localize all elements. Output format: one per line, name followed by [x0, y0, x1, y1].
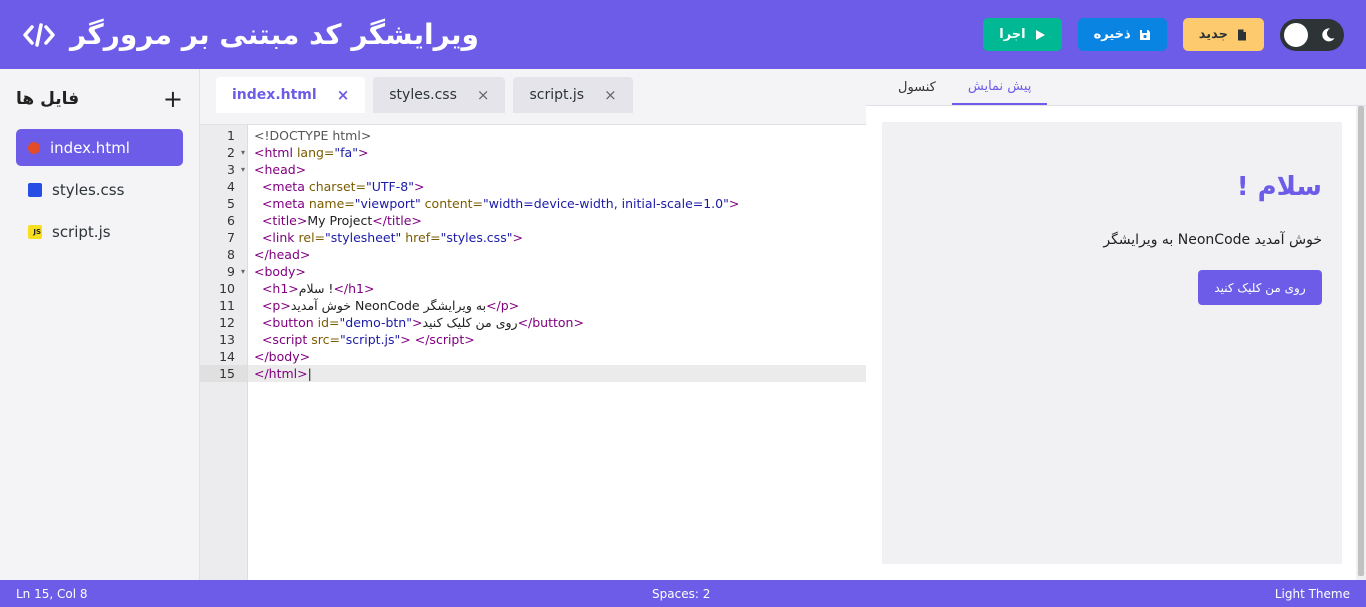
sidebar-title: فایل ها — [16, 89, 80, 109]
app-title: ویرایشگر کد مبتنی بر مرورگر — [70, 18, 479, 51]
line-number: 12 — [219, 315, 235, 330]
header-actions: اجرا ذخیره جدید — [983, 18, 1344, 51]
line-number: 1 — [227, 128, 235, 143]
file-name: index.html — [50, 138, 130, 157]
code-line: </body> — [254, 349, 311, 364]
code-line: <h1>سلام !</h1> — [261, 281, 375, 296]
code-line: <button id="demo-btn">روی من کلیک کنید</… — [261, 315, 584, 330]
line-number: 10 — [219, 281, 235, 296]
code-line: <body> — [254, 264, 306, 279]
save-button-label: ذخیره — [1093, 27, 1131, 42]
line-number[interactable]: 3 — [200, 161, 247, 178]
theme-toggle[interactable] — [1280, 18, 1344, 51]
add-file-button[interactable]: + — [163, 87, 183, 111]
play-icon — [1035, 29, 1045, 40]
preview-paragraph: خوش آمدید NeonCode به ویرایشگر — [1103, 232, 1322, 248]
line-number: 5 — [227, 196, 235, 211]
close-icon[interactable]: × — [337, 86, 350, 104]
line-number[interactable]: 9 — [200, 263, 247, 280]
tab-index-html[interactable]: index.html × — [216, 77, 366, 113]
code-editor-pane: index.html × styles.css × script.js × 1 … — [200, 69, 866, 580]
preview-tabs: کنسول پیش نمایش — [866, 69, 1366, 106]
code-line: <head> — [254, 162, 307, 177]
moon-icon — [1322, 27, 1335, 41]
save-button[interactable]: ذخیره — [1077, 18, 1167, 51]
line-number: 7 — [227, 230, 235, 245]
code-line: <meta charset="UTF-8"> — [261, 179, 425, 194]
code-line-current: </html>| — [248, 365, 866, 382]
preview-pane: کنسول پیش نمایش سلام ! خوش آمدید NeonCod… — [866, 69, 1366, 580]
code-line: <meta name="viewport" content="width=dev… — [261, 196, 740, 211]
demo-button[interactable]: روی من کلیک کنید — [1198, 270, 1322, 305]
new-file-button[interactable]: جدید — [1182, 18, 1264, 51]
css3-icon — [28, 182, 42, 197]
file-item-styles-css[interactable]: styles.css — [16, 171, 183, 208]
code-line: <script src="script.js"> </script> — [261, 332, 475, 347]
line-number-gutter: 1 2 3 4 5 6 7 8 9 10 11 12 13 14 15 — [200, 125, 248, 580]
file-item-index-html[interactable]: index.html — [16, 129, 183, 166]
preview-scrollbar[interactable] — [1356, 106, 1366, 580]
line-number: 14 — [219, 349, 235, 364]
run-button[interactable]: اجرا — [983, 18, 1062, 51]
code-line: <html lang="fa"> — [254, 145, 369, 160]
app-header: ویرایشگر کد مبتنی بر مرورگر اجرا ذخیره ج… — [0, 0, 1366, 69]
brand: ویرایشگر کد مبتنی بر مرورگر — [22, 18, 479, 51]
preview-frame: سلام ! خوش آمدید NeonCode به ویرایشگر رو… — [882, 122, 1342, 564]
file-icon — [1238, 29, 1246, 40]
line-number: 11 — [219, 298, 235, 313]
html5-icon — [28, 141, 40, 154]
code-lines[interactable]: <!DOCTYPE html> <html lang="fa"> <head> … — [248, 125, 866, 580]
status-bar: Ln 15, Col 8 Spaces: 2 Light Theme — [0, 580, 1366, 607]
line-number: 8 — [227, 247, 235, 262]
run-button-label: اجرا — [999, 27, 1026, 42]
tab-preview[interactable]: پیش نمایش — [951, 69, 1048, 105]
code-icon — [22, 21, 56, 49]
js-icon: JS — [28, 224, 42, 239]
tab-styles-css[interactable]: styles.css × — [373, 77, 506, 113]
line-number: 4 — [227, 179, 235, 194]
line-number[interactable]: 2 — [200, 144, 247, 161]
code-line: <!DOCTYPE html> — [254, 128, 372, 143]
editor-tabs: index.html × styles.css × script.js × — [200, 69, 866, 125]
preview-content: سلام ! خوش آمدید NeonCode به ویرایشگر رو… — [902, 142, 1322, 305]
code-line: <link rel="stylesheet" href="styles.css"… — [261, 230, 523, 245]
tab-label: index.html — [232, 87, 317, 103]
code-line: </head> — [254, 247, 311, 262]
file-sidebar: فایل ها + index.html styles.css JS scrip… — [0, 69, 200, 580]
preview-heading: سلام ! — [1236, 172, 1322, 202]
code-line: <title>My Project</title> — [261, 213, 422, 228]
cursor-position: Ln 15, Col 8 — [16, 586, 88, 601]
tab-console[interactable]: کنسول — [882, 69, 952, 105]
code-area[interactable]: 1 2 3 4 5 6 7 8 9 10 11 12 13 14 15 <!DO… — [200, 125, 866, 580]
tab-label: script.js — [529, 87, 585, 103]
file-name: styles.css — [52, 180, 125, 199]
file-name: script.js — [52, 222, 111, 241]
code-line: <p>خوش آمدید NeonCode به ویرایشگر</p> — [261, 298, 520, 313]
scrollbar-thumb[interactable] — [1358, 106, 1364, 576]
line-number: 6 — [227, 213, 235, 228]
line-number: 13 — [219, 332, 235, 347]
floppy-disk-icon — [1139, 29, 1150, 40]
close-icon[interactable]: × — [477, 86, 490, 104]
file-item-script-js[interactable]: JS script.js — [16, 213, 183, 250]
theme-indicator[interactable]: Light Theme — [1275, 587, 1350, 601]
new-file-button-label: جدید — [1198, 27, 1228, 42]
indent-setting[interactable]: Spaces: 2 — [652, 587, 710, 601]
toggle-knob — [1284, 22, 1308, 47]
line-number: 15 — [200, 365, 247, 382]
tab-label: styles.css — [389, 87, 457, 103]
close-icon[interactable]: × — [604, 86, 617, 104]
sidebar-header: فایل ها + — [16, 85, 183, 113]
tab-script-js[interactable]: script.js × — [513, 77, 633, 113]
